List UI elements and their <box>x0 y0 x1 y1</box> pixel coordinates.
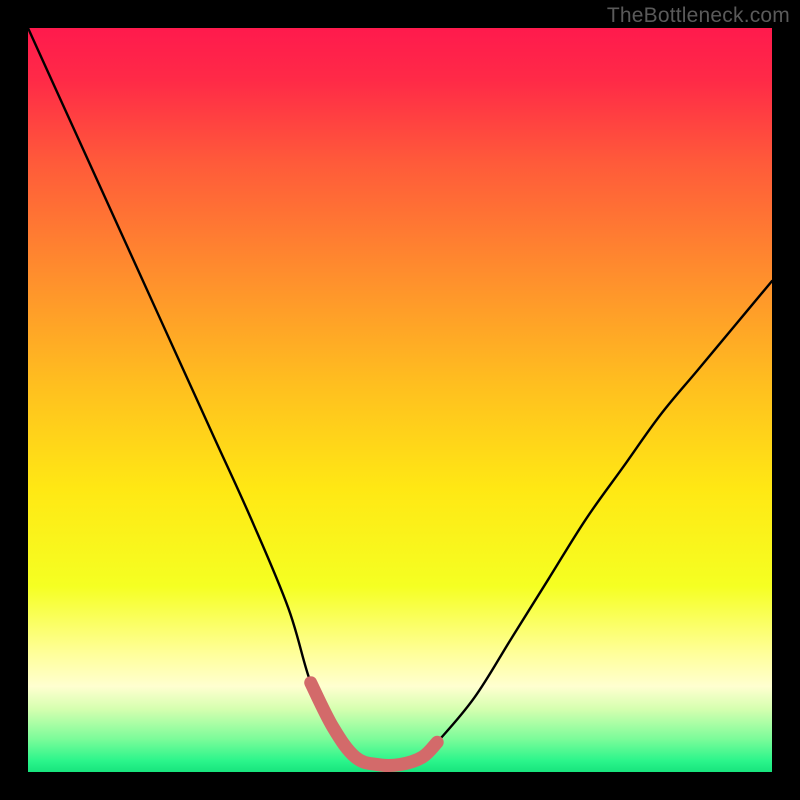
bottleneck-curve <box>28 28 772 766</box>
plot-area <box>28 28 772 772</box>
valley-highlight <box>311 683 437 766</box>
chart-frame: TheBottleneck.com <box>0 0 800 800</box>
bottleneck-curve-svg <box>28 28 772 772</box>
watermark-text: TheBottleneck.com <box>607 4 790 28</box>
